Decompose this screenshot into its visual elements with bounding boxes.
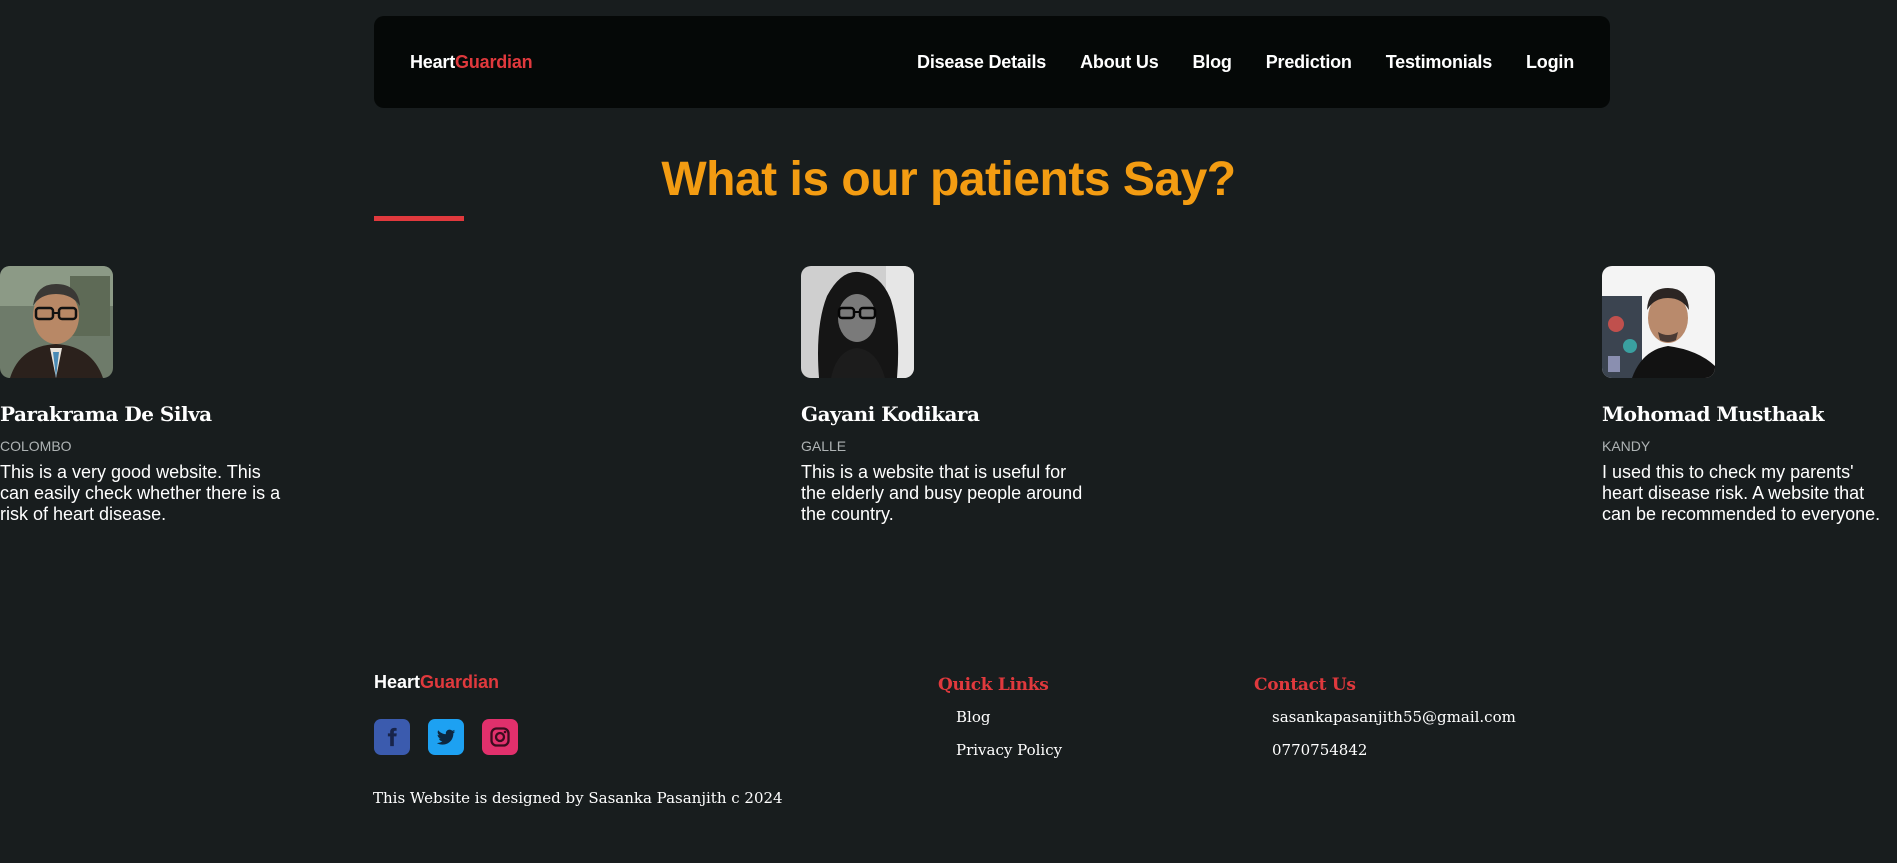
testimonial-city: KANDY	[1602, 438, 1651, 454]
quick-links-list: Blog Privacy Policy	[938, 707, 1062, 773]
testimonial-quote: This is a very good website. This can ea…	[0, 462, 281, 524]
quick-link-privacy-policy[interactable]: Privacy Policy	[956, 740, 1062, 773]
twitter-icon[interactable]	[428, 719, 464, 755]
contact-email[interactable]: sasankapasanjith55@gmail.com	[1272, 707, 1516, 740]
quick-link-blog[interactable]: Blog	[956, 707, 1062, 740]
contact-column: Contact Us sasankapasanjith55@gmail.com …	[1254, 675, 1516, 773]
testimonial-quote: This is a website that is useful for the…	[801, 462, 1083, 524]
testimonial-card: Mohomad Musthaak KANDY I used this to ch…	[1602, 266, 1892, 525]
nav-link-disease-details[interactable]: Disease Details	[917, 52, 1046, 73]
brand-text-guardian: Guardian	[455, 51, 533, 72]
title-underline	[374, 216, 464, 221]
instagram-icon[interactable]	[482, 719, 518, 755]
footer-brand-text-heart: Heart	[374, 672, 421, 692]
nav-link-prediction[interactable]: Prediction	[1266, 52, 1352, 73]
avatar-photo	[0, 266, 113, 378]
nav-link-testimonials[interactable]: Testimonials	[1386, 52, 1492, 73]
avatar-photo	[801, 266, 914, 378]
footer-credit: This Website is designed by Sasanka Pasa…	[373, 789, 783, 807]
social-links	[374, 719, 518, 755]
nav-link-about-us[interactable]: About Us	[1080, 52, 1159, 73]
navbar: HeartGuardian Disease Details About Us B…	[374, 16, 1610, 108]
testimonial-city: GALLE	[801, 438, 847, 454]
contact-phone[interactable]: 0770754842	[1272, 740, 1516, 773]
testimonial-card: Parakrama De Silva COLOMBO This is a ver…	[0, 266, 290, 525]
brand-logo[interactable]: HeartGuardian	[410, 51, 533, 73]
avatar-photo	[1602, 266, 1715, 378]
facebook-icon[interactable]	[374, 719, 410, 755]
testimonial-city: COLOMBO	[0, 438, 72, 454]
footer-brand-text-guardian: Guardian	[420, 672, 500, 692]
brand-text-heart: Heart	[410, 51, 456, 72]
quick-links-heading: Quick Links	[938, 675, 1049, 695]
testimonial-name: Mohomad Musthaak	[1602, 402, 1824, 426]
nav-links: Disease Details About Us Blog Prediction…	[917, 52, 1574, 73]
quick-links-column: Quick Links Blog Privacy Policy	[938, 675, 1062, 773]
footer-brand-logo[interactable]: HeartGuardian	[374, 672, 499, 693]
nav-link-login[interactable]: Login	[1526, 52, 1574, 73]
testimonial-name: Gayani Kodikara	[801, 402, 980, 426]
testimonial-card: Gayani Kodikara GALLE This is a website …	[801, 266, 1091, 525]
contact-heading: Contact Us	[1254, 675, 1356, 695]
testimonial-name: Parakrama De Silva	[0, 402, 212, 426]
section-title: What is our patients Say?	[661, 153, 1236, 206]
contact-list: sasankapasanjith55@gmail.com 0770754842	[1254, 707, 1516, 773]
nav-link-blog[interactable]: Blog	[1193, 52, 1232, 73]
testimonial-quote: I used this to check my parents' heart d…	[1602, 462, 1881, 524]
